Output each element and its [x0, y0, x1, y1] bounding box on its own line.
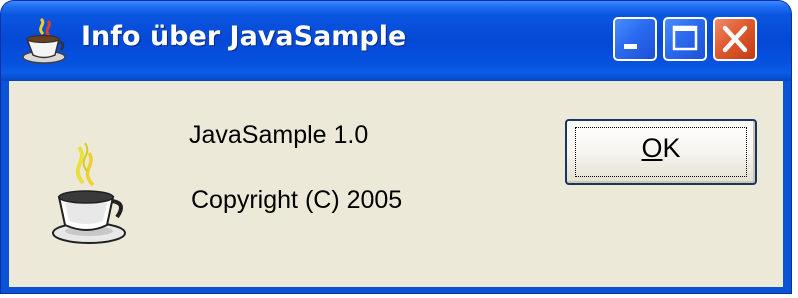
maximize-button[interactable]	[663, 17, 707, 61]
java-coffee-cup-icon	[52, 142, 126, 244]
close-button[interactable]	[713, 17, 757, 61]
copyright-label: Copyright (C) 2005	[191, 186, 403, 214]
version-label: JavaSample 1.0	[189, 121, 369, 149]
ok-button-label: OK	[641, 133, 681, 163]
minimize-button[interactable]	[613, 17, 657, 61]
dialog-content: JavaSample 1.0 Copyright (C) 2005 OK	[9, 81, 783, 287]
about-dialog-window: Info über JavaSample JavaSample 1.0 Copy…	[0, 0, 792, 294]
java-cup-icon[interactable]	[21, 15, 67, 65]
window-title: Info über JavaSample	[81, 21, 407, 52]
title-bar[interactable]: Info über JavaSample	[1, 1, 791, 81]
maximize-icon	[672, 25, 698, 51]
close-icon	[722, 25, 748, 53]
ok-button[interactable]: OK	[565, 119, 757, 185]
minimize-icon	[624, 44, 637, 49]
